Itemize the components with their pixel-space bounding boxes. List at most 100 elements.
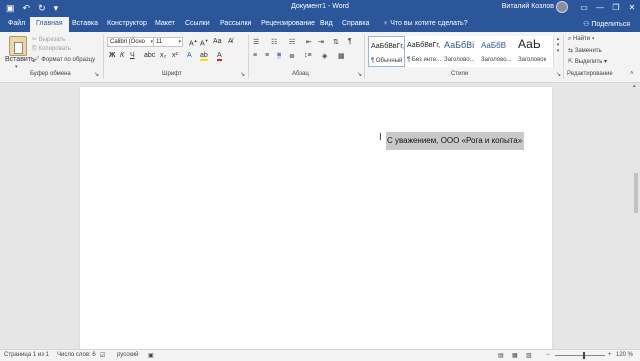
styles-dialog-launcher-icon[interactable]: ↘ [556,71,561,78]
tab-insert[interactable]: Вставка [72,20,98,27]
document-canvas[interactable]: I С уважением, ООО «Рога и копыта» [0,83,632,351]
increase-indent-icon[interactable]: ⇥ [318,38,324,46]
justify-icon[interactable]: ≣ [289,52,295,60]
paste-button-label[interactable]: Вставить [5,56,35,63]
styles-gallery-scroll[interactable]: ▴ ▾ ▾ [553,36,562,67]
zoom-slider[interactable] [555,355,605,356]
tell-me-box[interactable]: ♀ Что вы хотите сделать? [383,20,468,27]
style-sample: АаБбВвГг, [407,42,441,49]
share-button[interactable]: ⚇ Поделиться [583,20,630,28]
print-layout-icon[interactable]: ▦ [512,352,518,359]
vertical-scrollbar[interactable]: ▴ [632,83,640,349]
find-button[interactable]: ⌕ Найти ▾ [568,36,594,43]
borders-icon[interactable]: ▦ [338,52,345,60]
zoom-level[interactable]: 120 % [616,352,633,358]
select-button[interactable]: ⇱ Выделить ▾ [568,58,607,65]
clear-formatting-icon[interactable]: A̸ [228,38,233,45]
share-label: Поделиться [591,21,630,28]
clipboard-dialog-launcher-icon[interactable]: ↘ [94,71,99,78]
shrink-font-icon[interactable]: A▼ [200,38,209,47]
sort-icon[interactable]: ⇅ [333,38,339,46]
replace-label: Заменить [574,48,602,54]
scroll-up-icon[interactable]: ▴ [633,83,636,89]
replace-button[interactable]: ⇆ Заменить [568,47,602,54]
subscript-icon[interactable]: x₂ [160,52,166,59]
scissors-icon: ✂ [32,37,39,43]
align-right-icon[interactable]: ≡ [277,52,282,59]
divider [563,35,564,79]
cut-button[interactable]: ✂ Вырезать [32,36,65,43]
avatar[interactable] [556,1,568,13]
selected-text[interactable]: С уважением, ООО «Рога и копыта» [386,132,524,150]
collapse-ribbon-icon[interactable]: ˄ [630,71,634,77]
multilevel-list-icon[interactable]: ☵ [289,38,295,46]
font-name-box[interactable]: Calibri (Осно ▾ [107,37,155,47]
format-painter-button[interactable]: 🖌 Формат по образцу [32,56,95,63]
pilcrow-icon[interactable]: ¶ [348,38,352,45]
tab-layout[interactable]: Макет [155,20,175,27]
tab-design[interactable]: Конструктор [107,20,147,27]
style-title[interactable]: АаЬ Заголовок [516,36,553,67]
language[interactable]: русский [117,352,139,358]
tab-review[interactable]: Рецензирование [261,20,315,27]
italic-button[interactable]: К [120,52,124,59]
paste-dropdown-icon[interactable]: ▾ [15,64,18,70]
text-cursor-icon: I [379,132,382,143]
web-layout-icon[interactable]: ▥ [526,352,532,359]
zoom-out-icon[interactable]: − [546,352,550,358]
page-counter[interactable]: Страница 1 из 1 [4,352,49,358]
style-name: Заголово... [481,57,512,63]
bullets-icon[interactable]: ☰ [253,38,259,46]
status-bar: Страница 1 из 1 Число слов: 6 ☑ русский … [0,349,640,361]
style-no-spacing[interactable]: АаБбВвГг, ¶ Без инте... [405,36,442,67]
font-name-value: Calibri (Осно [110,39,145,45]
superscript-icon[interactable]: x² [172,52,178,59]
ribbon-display-options-icon[interactable]: ▭ [576,0,592,16]
change-case-icon[interactable]: Aa [213,38,222,45]
chevron-down-icon[interactable]: ▾ [178,38,181,46]
proofing-icon[interactable]: ☑ [100,352,105,359]
font-color-icon[interactable]: A [217,52,222,61]
minimize-icon[interactable]: — [592,0,608,16]
tab-home[interactable]: Главная [30,17,69,32]
font-size-box[interactable]: 11 ▾ [153,37,183,47]
strikethrough-icon[interactable]: abc [144,52,155,59]
title-bar: ▣ ↶ ↻ ▾ Документ1 - Word Виталий Козлов … [0,0,640,16]
zoom-slider-thumb[interactable] [583,352,585,359]
tab-help[interactable]: Справка [342,20,369,27]
grow-font-icon[interactable]: A▲ [189,38,198,47]
document-text: С уважением, ООО «Рога и копыта» [387,136,523,145]
numbering-icon[interactable]: ☷ [271,38,277,46]
font-dialog-launcher-icon[interactable]: ↘ [240,71,245,78]
user-name[interactable]: Виталий Козлов [502,3,554,10]
more-styles-icon[interactable]: ▾ [554,48,562,54]
close-icon[interactable]: ✕ [624,0,640,16]
maximize-icon[interactable]: ❐ [608,0,624,16]
underline-button[interactable]: Ч [130,52,135,59]
align-left-icon[interactable]: ≡ [253,52,257,59]
style-normal[interactable]: АаБбВвГг, ¶ Обычный [368,36,405,67]
copy-button[interactable]: ⎘ Копировать [32,46,71,53]
align-center-icon[interactable]: ≡ [265,52,269,59]
paragraph-dialog-launcher-icon[interactable]: ↘ [357,71,362,78]
tab-references[interactable]: Ссылки [185,20,210,27]
scrollbar-thumb[interactable] [634,173,638,213]
ribbon-tabs: Файл Главная Вставка Конструктор Макет С… [0,16,640,32]
paste-icon[interactable] [9,36,27,56]
tab-view[interactable]: Вид [320,20,333,27]
tab-mailings[interactable]: Рассылки [220,20,251,27]
read-mode-icon[interactable]: ▤ [498,352,504,359]
shading-icon[interactable]: ◈ [322,52,327,60]
highlight-icon[interactable]: ab [200,52,208,61]
document-page[interactable]: I С уважением, ООО «Рога и копыта» [80,87,552,351]
zoom-in-icon[interactable]: + [608,352,612,358]
style-heading-2[interactable]: АаБбВ Заголово... [479,36,516,67]
bold-button[interactable]: Ж [109,52,115,59]
word-count[interactable]: Число слов: 6 [57,352,96,358]
decrease-indent-icon[interactable]: ⇤ [306,38,312,46]
style-heading-1[interactable]: АаБбВі Заголово... [442,36,479,67]
text-effects-icon[interactable]: A [187,52,192,59]
line-spacing-icon[interactable]: ↕≡ [304,52,312,59]
tab-file[interactable]: Файл [8,20,25,27]
macro-icon[interactable]: ▣ [148,352,154,359]
